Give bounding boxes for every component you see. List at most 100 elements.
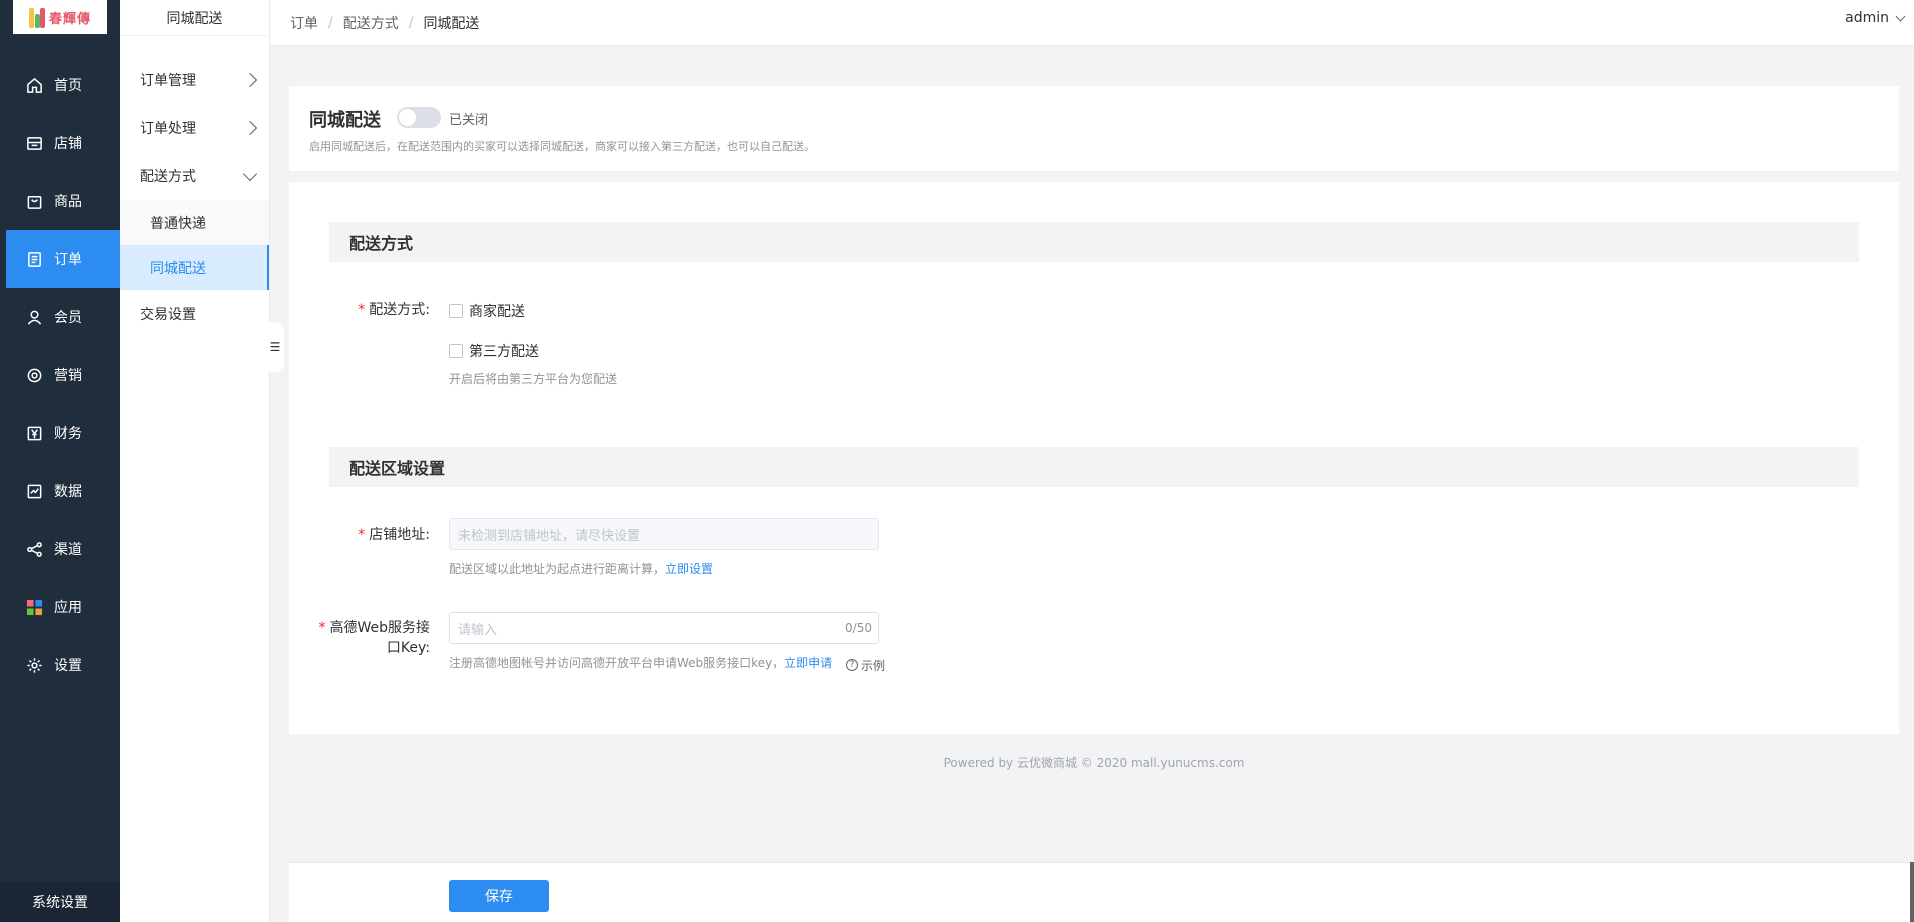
apply-now-link[interactable]: 立即申请 <box>784 656 832 670</box>
share-icon <box>27 541 42 557</box>
section-delivery-area: 配送区域设置 <box>329 447 1859 487</box>
required-mark: * <box>358 302 366 318</box>
main-nav: 首页 店铺 商品 订单 会员 营销 财务 数据 渠道 应用 设置 <box>0 56 120 694</box>
chevron-down-icon <box>1895 11 1906 21</box>
sub-item-delivery[interactable]: 配送方式 <box>120 152 269 200</box>
app-logo[interactable]: 春輝傳 <box>13 0 107 34</box>
nav-label: 首页 <box>54 78 82 94</box>
question-circle-icon: ? <box>846 659 859 671</box>
char-counter: 0/50 <box>845 621 872 635</box>
input-placeholder: 未检测到店铺地址，请尽快设置 <box>458 528 641 544</box>
required-mark: * <box>358 527 366 543</box>
third-party-delivery-checkbox[interactable]: 第三方配送 <box>449 341 539 361</box>
sub-item-label: 订单处理 <box>140 121 196 137</box>
settings-form-card: 配送方式 * 配送方式: 商家配送 第三方配送 开启后将由第三方平台为您配送 配送… <box>289 182 1899 734</box>
sub-item-order-manage[interactable]: 订单管理 <box>120 56 269 104</box>
chevron-down-icon <box>242 166 258 181</box>
nav-label: 财务 <box>54 426 82 442</box>
order-icon <box>28 251 41 267</box>
example-link[interactable]: ? 示例 <box>846 657 885 674</box>
checkbox-label: 第三方配送 <box>469 344 539 360</box>
nav-label: 会员 <box>54 310 82 326</box>
third-party-hint: 开启后将由第三方平台为您配送 <box>449 372 618 386</box>
merchant-delivery-checkbox[interactable]: 商家配送 <box>449 301 525 321</box>
switch-knob <box>399 109 416 126</box>
user-menu[interactable]: admin <box>1845 10 1906 26</box>
label-text: 高德Web服务接 <box>329 620 430 636</box>
checkbox-label: 商家配送 <box>469 304 525 320</box>
set-now-link[interactable]: 立即设置 <box>665 562 713 576</box>
breadcrumb-separator: / <box>408 14 414 31</box>
sub-item-label: 交易设置 <box>140 307 196 323</box>
label-text: 配送方式: <box>369 302 430 318</box>
section-delivery-method: 配送方式 <box>329 222 1859 262</box>
amap-key-input[interactable]: 请输入 0/50 <box>449 612 879 644</box>
nav-item-store[interactable]: 店铺 <box>0 114 120 172</box>
powered-by-footer: Powered by 云优微商城 © 2020 mall.yunucms.com <box>943 756 1245 770</box>
switch-status-label: 已关闭 <box>449 113 489 128</box>
hint-text: 配送区域以此地址为起点进行距离计算， <box>449 562 666 576</box>
top-header: 订单 / 配送方式 / 同城配送 admin <box>270 0 1914 46</box>
save-button[interactable]: 保存 <box>449 880 549 912</box>
nav-item-home[interactable]: 首页 <box>0 56 120 114</box>
scrollbar[interactable] <box>1910 862 1914 922</box>
nav-item-member[interactable]: 会员 <box>0 288 120 346</box>
apps-icon <box>26 599 43 615</box>
collapse-menu-icon[interactable]: ☰ <box>266 322 284 372</box>
delivery-method-label: * 配送方式: <box>289 300 430 320</box>
logo-mark-icon <box>28 6 45 28</box>
example-label: 示例 <box>861 658 886 673</box>
main-sidebar: 春輝傳 首页 店铺 商品 订单 会员 营销 财务 数据 渠道 应用 设置 系统设… <box>0 0 120 922</box>
nav-label: 设置 <box>54 658 82 674</box>
user-name: admin <box>1845 10 1889 26</box>
gear-icon <box>27 657 42 673</box>
page-title: 同城配送 <box>309 110 381 131</box>
nav-item-data[interactable]: 数据 <box>0 462 120 520</box>
nav-label: 订单 <box>54 252 82 268</box>
breadcrumb-separator: / <box>328 14 333 31</box>
label-text: 店铺地址: <box>369 527 430 543</box>
bottom-action-bar: 保存 <box>289 862 1914 922</box>
sub-child-local-delivery[interactable]: 同城配送 <box>120 245 269 290</box>
store-icon <box>27 136 42 150</box>
breadcrumb-item[interactable]: 配送方式 <box>343 13 399 33</box>
sub-item-order-process[interactable]: 订单处理 <box>120 104 269 152</box>
nav-item-apps[interactable]: 应用 <box>0 578 120 636</box>
nav-item-finance[interactable]: 财务 <box>0 404 120 462</box>
yen-icon <box>27 426 42 440</box>
nav-label: 店铺 <box>54 136 82 152</box>
breadcrumb-item[interactable]: 订单 <box>290 13 318 33</box>
nav-label: 数据 <box>54 484 82 500</box>
store-address-input[interactable]: 未检测到店铺地址，请尽快设置 <box>449 518 879 550</box>
chevron-right-icon <box>242 120 258 136</box>
marketing-icon <box>27 368 42 382</box>
chevron-right-icon <box>242 72 258 88</box>
nav-item-channel[interactable]: 渠道 <box>0 520 120 578</box>
system-settings-link[interactable]: 系统设置 <box>0 882 120 922</box>
nav-label: 商品 <box>54 194 82 210</box>
sub-menu-title: 同城配送 <box>120 0 269 36</box>
bag-icon <box>27 195 42 209</box>
checkbox-box <box>449 344 463 358</box>
hint-text: 注册高德地图帐号并访问高德开放平台申请Web服务接口key， <box>449 656 785 670</box>
store-address-hint: 配送区域以此地址为起点进行距离计算，立即设置 <box>449 560 713 577</box>
nav-label: 营销 <box>54 368 82 384</box>
local-delivery-switch[interactable] <box>397 107 441 128</box>
toggle-description: 启用同城配送后，在配送范围内的买家可以选择同城配送，商家可以接入第三方配送，也可… <box>309 140 815 153</box>
sub-item-trade-settings[interactable]: 交易设置 <box>120 290 269 338</box>
input-placeholder: 请输入 <box>458 622 498 638</box>
sub-item-label: 配送方式 <box>140 169 196 185</box>
nav-item-goods[interactable]: 商品 <box>0 172 120 230</box>
sub-menu: 同城配送 订单管理 订单处理 配送方式 普通快递 同城配送 交易设置 <box>120 0 270 922</box>
nav-item-order[interactable]: 订单 <box>6 230 120 288</box>
nav-item-marketing[interactable]: 营销 <box>0 346 120 404</box>
label-text-line2: 口Key: <box>386 640 430 656</box>
nav-item-settings[interactable]: 设置 <box>0 636 120 694</box>
user-icon <box>27 310 42 325</box>
home-icon <box>27 77 42 93</box>
amap-key-hint: 注册高德地图帐号并访问高德开放平台申请Web服务接口key，立即申请 ? 示例 <box>449 654 885 674</box>
sub-child-express[interactable]: 普通快递 <box>120 200 269 245</box>
chart-icon <box>27 484 42 498</box>
sub-item-label: 订单管理 <box>140 73 196 89</box>
store-address-label: * 店铺地址: <box>289 525 430 545</box>
